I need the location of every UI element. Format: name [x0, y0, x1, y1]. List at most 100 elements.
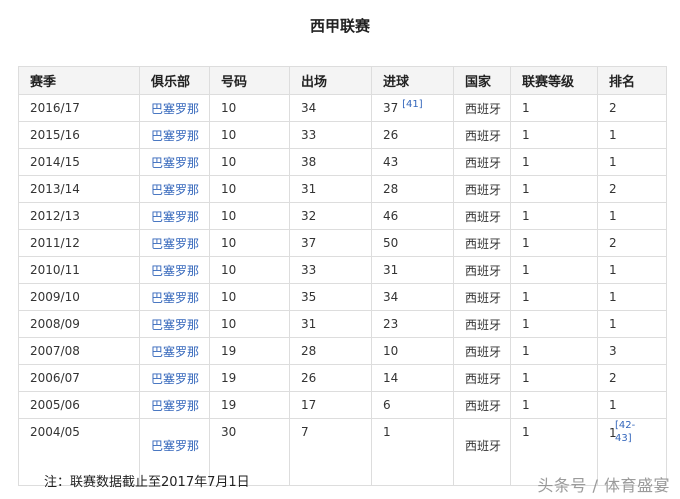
- number-cell: 19: [209, 337, 290, 365]
- number-cell: 10: [209, 229, 290, 257]
- club-link[interactable]: 巴塞罗那: [151, 183, 199, 197]
- country-cell: 西班牙: [453, 202, 511, 230]
- country-cell: 西班牙: [453, 364, 511, 392]
- country-cell: 西班牙: [453, 94, 511, 122]
- goals-cell: 50: [371, 229, 454, 257]
- reference-line-2: 43]: [615, 433, 632, 444]
- column-header-season: 赛季: [18, 66, 140, 95]
- table-row: 2008/09 巴塞罗那 10 31 23 西班牙 1 1: [18, 310, 667, 338]
- country-cell: 西班牙: [453, 121, 511, 149]
- club-link[interactable]: 巴塞罗那: [151, 129, 199, 143]
- number-cell: 10: [209, 256, 290, 284]
- league-level-cell: 1: [510, 337, 598, 365]
- country-cell: 西班牙: [453, 229, 511, 257]
- column-header-appearances: 出场: [289, 66, 372, 95]
- table-row: 2007/08 巴塞罗那 19 28 10 西班牙 1 3: [18, 337, 667, 365]
- season-cell: 2016/17: [18, 94, 140, 122]
- number-cell: 10: [209, 148, 290, 176]
- goals-cell: 14: [371, 364, 454, 392]
- goals-cell: 1: [371, 418, 454, 486]
- table-row: 2005/06 巴塞罗那 19 17 6 西班牙 1 1: [18, 391, 667, 419]
- country-cell: 西班牙: [453, 283, 511, 311]
- appearances-cell: 31: [289, 310, 372, 338]
- season-cell: 2008/09: [18, 310, 140, 338]
- table-row: 2006/07 巴塞罗那 19 26 14 西班牙 1 2: [18, 364, 667, 392]
- club-link[interactable]: 巴塞罗那: [151, 156, 199, 170]
- rank-cell: 1: [597, 202, 667, 230]
- number-cell: 10: [209, 175, 290, 203]
- rank-cell: 1: [597, 148, 667, 176]
- country-cell: 西班牙: [453, 256, 511, 284]
- rank-cell: 1: [597, 283, 667, 311]
- club-link[interactable]: 巴塞罗那: [151, 264, 199, 278]
- club-link[interactable]: 巴塞罗那: [151, 345, 199, 359]
- number-cell: 19: [209, 364, 290, 392]
- season-cell: 2015/16: [18, 121, 140, 149]
- goals-cell: 37 [41]: [371, 94, 454, 122]
- country-cell: 西班牙: [453, 418, 511, 486]
- table-row: 2015/16 巴塞罗那 10 33 26 西班牙 1 1: [18, 121, 667, 149]
- reference-line-1: [42-: [615, 420, 636, 431]
- appearances-cell: 33: [289, 256, 372, 284]
- season-cell: 2011/12: [18, 229, 140, 257]
- goals-cell: 26: [371, 121, 454, 149]
- season-cell: 2014/15: [18, 148, 140, 176]
- league-level-cell: 1: [510, 175, 598, 203]
- goals-cell: 31: [371, 256, 454, 284]
- league-level-cell: 1: [510, 391, 598, 419]
- club-link[interactable]: 巴塞罗那: [151, 102, 199, 116]
- season-cell: 2012/13: [18, 202, 140, 230]
- reference-link[interactable]: [42- 43]: [615, 419, 635, 445]
- season-cell: 2009/10: [18, 283, 140, 311]
- appearances-cell: 31: [289, 175, 372, 203]
- appearances-cell: 32: [289, 202, 372, 230]
- club-link[interactable]: 巴塞罗那: [151, 291, 199, 305]
- rank-cell: 1: [597, 256, 667, 284]
- appearances-cell: 7: [289, 418, 372, 486]
- rank-cell: 1: [597, 310, 667, 338]
- appearances-cell: 28: [289, 337, 372, 365]
- club-link[interactable]: 巴塞罗那: [151, 372, 199, 386]
- league-level-cell: 1: [510, 364, 598, 392]
- season-cell: 2007/08: [18, 337, 140, 365]
- rank-cell: 2: [597, 94, 667, 122]
- table-row: 2012/13 巴塞罗那 10 32 46 西班牙 1 1: [18, 202, 667, 230]
- club-link[interactable]: 巴塞罗那: [151, 399, 199, 413]
- footnote: 注：联赛数据截止至2017年7月1日: [44, 475, 250, 490]
- league-level-cell: 1: [510, 256, 598, 284]
- goals-cell: 6: [371, 391, 454, 419]
- goals-value: 37: [383, 101, 399, 115]
- goals-cell: 43: [371, 148, 454, 176]
- league-level-cell: 1: [510, 310, 598, 338]
- rank-cell: 3: [597, 337, 667, 365]
- table-title: 西甲联赛: [309, 17, 370, 35]
- number-cell: 10: [209, 94, 290, 122]
- season-cell: 2010/11: [18, 256, 140, 284]
- column-header-club: 俱乐部: [139, 66, 210, 95]
- reference-link[interactable]: [41]: [402, 99, 423, 110]
- club-link[interactable]: 巴塞罗那: [151, 439, 199, 453]
- table-row: 2011/12 巴塞罗那 10 37 50 西班牙 1 2: [18, 229, 667, 257]
- country-cell: 西班牙: [453, 310, 511, 338]
- club-link[interactable]: 巴塞罗那: [151, 210, 199, 224]
- country-cell: 西班牙: [453, 148, 511, 176]
- rank-cell: 2: [597, 175, 667, 203]
- goals-cell: 10: [371, 337, 454, 365]
- goals-cell: 34: [371, 283, 454, 311]
- league-level-cell: 1: [510, 121, 598, 149]
- season-cell: 2013/14: [18, 175, 140, 203]
- rank-cell: 2: [597, 364, 667, 392]
- table-row: 2014/15 巴塞罗那 10 38 43 西班牙 1 1: [18, 148, 667, 176]
- table-row: 2013/14 巴塞罗那 10 31 28 西班牙 1 2: [18, 175, 667, 203]
- league-level-cell: 1: [510, 148, 598, 176]
- table-row: 2016/17 巴塞罗那 10 34 37 [41] 西班牙 1 2: [18, 94, 667, 122]
- goals-cell: 23: [371, 310, 454, 338]
- number-cell: 10: [209, 283, 290, 311]
- country-cell: 西班牙: [453, 391, 511, 419]
- number-cell: 10: [209, 121, 290, 149]
- club-link[interactable]: 巴塞罗那: [151, 237, 199, 251]
- club-link[interactable]: 巴塞罗那: [151, 318, 199, 332]
- league-level-cell: 1: [510, 229, 598, 257]
- column-header-rank: 排名: [597, 66, 667, 95]
- league-stats-table: 赛季 俱乐部 号码 出场 进球 国家 联赛等级 排名 2016/17 巴塞罗那 …: [18, 66, 667, 486]
